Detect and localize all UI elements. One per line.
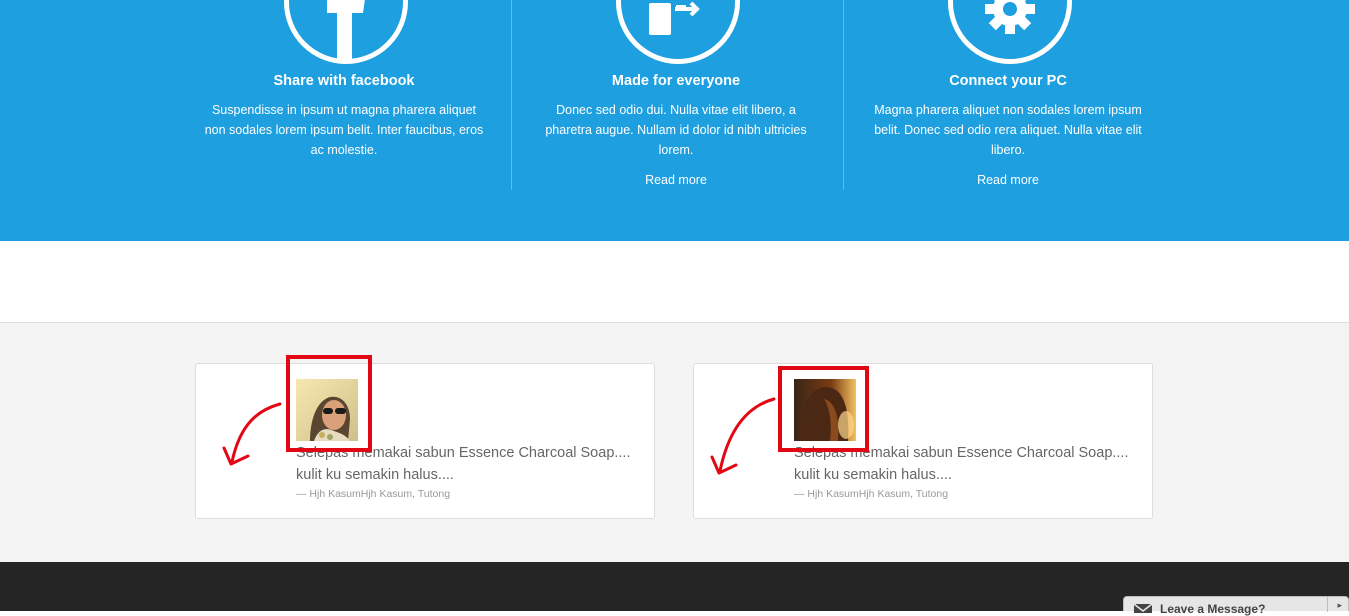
testimonial-author: — Hjh KasumHjh Kasum, Tutong: [794, 488, 949, 500]
feature-everyone: Made for everyone Donec sed odio dui. Nu…: [510, 0, 842, 241]
avatar: [794, 379, 856, 441]
feature-title: Connect your PC: [949, 73, 1067, 89]
chevron-right-icon[interactable]: ▸: [1337, 600, 1342, 611]
testimonial-quote: Selepas memakai sabun Essence Charcoal S…: [296, 445, 631, 483]
leave-message-widget[interactable]: Leave a Message? ▸: [1123, 596, 1349, 616]
feature-title: Made for everyone: [611, 73, 741, 89]
device-share-icon: [616, 0, 740, 64]
leave-message-label: Leave a Message?: [1160, 602, 1266, 616]
testimonial-quote: Selepas memakai sabun Essence Charcoal S…: [794, 445, 1129, 483]
widget-divider: [1327, 597, 1328, 612]
feature-title: Share with facebook: [273, 73, 415, 89]
avatar: [296, 379, 358, 441]
feature-facebook: Share with facebook Suspendisse in ipsum…: [178, 0, 510, 241]
testimonial-card: Selepas memakai sabun Essence Charcoal S…: [195, 363, 655, 519]
read-more-link[interactable]: Read more: [510, 171, 842, 189]
feature-description: Magna pharera aliquet non sodales lorem …: [874, 103, 1142, 157]
feature-description: Suspendisse in ipsum ut magna pharera al…: [204, 103, 484, 157]
facebook-icon: [284, 0, 408, 64]
read-more-link[interactable]: Read more: [842, 171, 1174, 189]
mail-icon: [1134, 604, 1152, 613]
gear-icon: [948, 0, 1072, 64]
features-section: Share with facebook Suspendisse in ipsum…: [0, 0, 1349, 241]
testimonial-author: — Hjh KasumHjh Kasum, Tutong: [296, 488, 451, 500]
feature-description: Donec sed odio dui. Nulla vitae elit lib…: [545, 103, 807, 157]
feature-connect-pc: Connect your PC Magna pharera aliquet no…: [842, 0, 1174, 241]
testimonial-card: Selepas memakai sabun Essence Charcoal S…: [693, 363, 1153, 519]
